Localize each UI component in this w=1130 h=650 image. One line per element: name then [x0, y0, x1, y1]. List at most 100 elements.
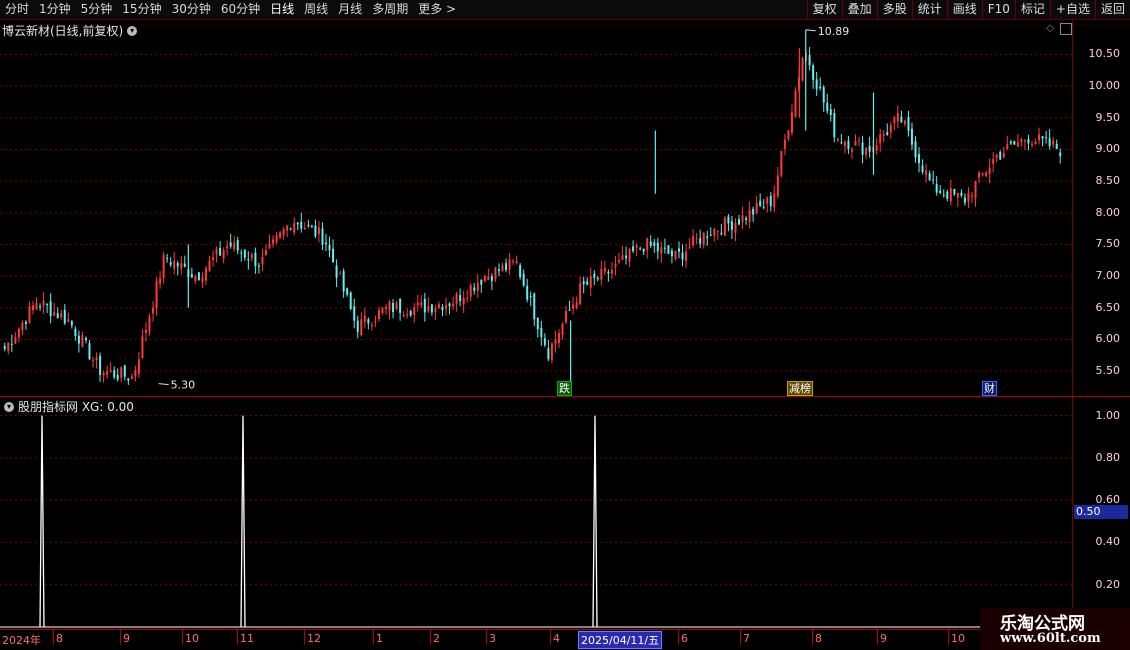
period-tab[interactable]: 更多 >	[413, 0, 461, 19]
toolbar-button[interactable]: 统计	[911, 0, 947, 19]
toolbar-button[interactable]: 叠加	[841, 0, 877, 19]
candle	[667, 245, 670, 255]
candle	[1059, 148, 1062, 164]
candle	[907, 110, 910, 137]
indicator-tick-label: 0.40	[1095, 535, 1121, 549]
period-tab[interactable]: 60分钟	[216, 0, 265, 19]
period-tab[interactable]: 周线	[299, 0, 333, 19]
candle	[363, 307, 366, 329]
price-tick-label: 7.50	[1095, 237, 1121, 251]
candle	[113, 366, 116, 380]
date-tick-label: 11	[240, 632, 254, 645]
candle	[367, 317, 370, 330]
indicator-chart[interactable]	[0, 397, 1072, 629]
candle	[695, 233, 698, 244]
candle	[95, 352, 98, 369]
candle	[723, 215, 726, 236]
date-tick	[740, 629, 741, 645]
candle	[392, 299, 395, 319]
toolbar-button[interactable]: 多股	[876, 0, 912, 19]
candle	[709, 227, 712, 237]
candle	[752, 206, 755, 222]
candle	[353, 298, 356, 329]
candle	[953, 188, 956, 197]
date-tick	[304, 629, 305, 645]
date-tick-label: 2	[433, 632, 440, 645]
candle	[130, 373, 133, 380]
y-axis-divider	[1072, 20, 1073, 630]
candle	[152, 301, 155, 322]
candle	[949, 179, 952, 206]
period-tab[interactable]: 日线	[265, 0, 299, 19]
event-tag[interactable]: 减榜	[787, 381, 813, 396]
candle	[790, 104, 793, 136]
candle	[554, 330, 557, 353]
toolbar-button[interactable]: +自选	[1049, 0, 1095, 19]
date-tick	[120, 629, 121, 645]
period-tab[interactable]: 5分钟	[76, 0, 118, 19]
candle	[17, 327, 20, 343]
candle	[448, 302, 451, 315]
candle	[162, 251, 165, 284]
candle	[543, 333, 546, 348]
event-tag[interactable]: 财	[982, 381, 997, 396]
candle	[466, 289, 469, 303]
candle	[28, 301, 31, 324]
candle	[681, 244, 684, 267]
date-tick-label: 8	[56, 632, 63, 645]
date-tick	[237, 629, 238, 645]
candle	[685, 243, 688, 269]
toolbar-button[interactable]: 返回	[1094, 0, 1130, 19]
toolbar-button[interactable]: 画线	[946, 0, 982, 19]
candle	[395, 300, 398, 311]
event-tag[interactable]: 跌	[557, 381, 572, 396]
candle	[582, 276, 585, 294]
cursor-date-label: 2025/04/11/五	[578, 631, 663, 649]
candle	[307, 219, 310, 228]
candle	[462, 290, 465, 313]
date-tick-label: 1	[376, 632, 383, 645]
candle	[826, 93, 829, 114]
candle	[759, 193, 762, 208]
candle	[512, 258, 515, 265]
candle	[970, 191, 973, 203]
candle	[529, 291, 532, 307]
toolbar-button[interactable]: F10	[981, 0, 1015, 19]
candle	[406, 308, 409, 319]
candle	[780, 151, 783, 178]
period-tab[interactable]: 30分钟	[167, 0, 216, 19]
toolbar-button[interactable]: 标记	[1014, 0, 1050, 19]
candle	[674, 250, 677, 261]
candle	[346, 287, 349, 297]
toolbar-button[interactable]: 复权	[806, 0, 842, 19]
candle	[356, 315, 359, 339]
candle	[706, 230, 709, 246]
low-price-label: 5.30	[171, 379, 196, 392]
candle	[56, 307, 59, 319]
period-tab[interactable]: 15分钟	[117, 0, 166, 19]
candle	[639, 246, 642, 251]
candlestick-chart[interactable]: 10.89 5.30	[0, 20, 1072, 396]
date-tick-label: 9	[123, 632, 130, 645]
candle	[773, 185, 776, 212]
candle	[745, 215, 748, 225]
candle	[981, 172, 984, 177]
candle	[808, 46, 811, 71]
candle	[497, 263, 500, 277]
candle	[349, 291, 352, 311]
period-tab[interactable]: 1分钟	[34, 0, 76, 19]
period-tab[interactable]: 多周期	[367, 0, 413, 19]
candle	[402, 311, 405, 318]
price-tick-label: 7.00	[1095, 269, 1121, 283]
period-tab[interactable]: 月线	[333, 0, 367, 19]
candle	[925, 163, 928, 183]
price-tick-label: 8.50	[1095, 174, 1121, 188]
candles	[3, 29, 1062, 385]
candle	[226, 240, 229, 256]
candle	[46, 303, 49, 314]
price-tick-label: 6.00	[1095, 332, 1121, 346]
candle	[840, 133, 843, 145]
candle	[469, 282, 472, 301]
candle	[296, 221, 299, 231]
period-tab[interactable]: 分时	[0, 0, 34, 19]
